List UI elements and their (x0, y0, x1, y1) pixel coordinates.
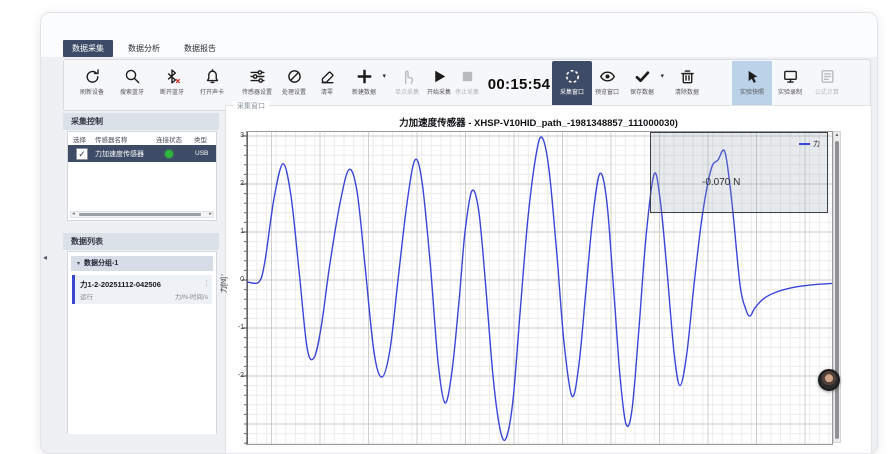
tab-data-report[interactable]: 数据报告 (175, 40, 225, 57)
sensor-table: 选择 传感器名称 连接状态 类型 ✓ 力加速度传感器 USB ◂ ▸ (67, 131, 217, 221)
y-tick-label: 3 (230, 132, 244, 139)
y-tick-label: -1 (230, 324, 244, 331)
measurement-annotation: -0.070 N (702, 177, 740, 188)
toolbar-button-clear-data[interactable]: 清除数据 (665, 61, 709, 109)
sensor-type: USB (195, 150, 208, 157)
chart-vscrollbar[interactable]: ▲ (833, 131, 841, 443)
main-tab-bar: 数据采集数据分析数据报告 (63, 40, 225, 57)
data-list: ▾ 数据分组-1 力1-2-20251112-042506 ⋮ 运行 力/N-时间… (67, 251, 217, 434)
acquisition-timer: 00:15:54 (487, 60, 551, 110)
groupbox-label: 采集窗口 (233, 101, 269, 111)
formula-icon (819, 68, 836, 85)
check-icon (634, 68, 651, 85)
table-row-sensor[interactable]: ✓ 力加速度传感器 USB (68, 145, 216, 162)
search-icon (124, 68, 141, 85)
col-type: 类型 (194, 134, 207, 144)
toolbar-button-label: 实验快照 (734, 86, 771, 95)
data-list-item[interactable]: 力1-2-20251112-042506 ⋮ 运行 力/N-时间/s (72, 275, 212, 304)
tab-data-analysis[interactable]: 数据分析 (119, 40, 169, 57)
toolbar-button-formula: 公式计算 (805, 61, 849, 109)
trash-icon (679, 68, 696, 85)
toolbar-button-label: 刷新设备 (72, 86, 112, 95)
hand-icon (399, 68, 416, 85)
scroll-left-arrow-icon[interactable]: ◂ (72, 211, 75, 217)
col-conn-status: 连接状态 (156, 134, 182, 144)
toolbar-button-label: 停止采集 (447, 86, 487, 95)
col-sensor-name: 传感器名称 (95, 134, 128, 144)
y-tick-label: 0 (230, 276, 244, 283)
toolbar-button-label: 保存数据 (622, 86, 662, 95)
toolbar-button-label: 搜索蓝牙 (112, 86, 152, 95)
bell-icon (204, 68, 221, 85)
y-tick-label: 1 (230, 228, 244, 235)
process-settings-icon (286, 68, 303, 85)
toolbar-button-search-bt[interactable]: 搜索蓝牙 (110, 61, 154, 109)
toolbar-button-snapshot[interactable]: 实验快照 (732, 61, 772, 109)
dataset-state: 运行 (80, 291, 93, 301)
avatar[interactable] (818, 369, 840, 391)
data-list-header: 数据列表 (63, 233, 219, 250)
sensor-name: 力加速度传感器 (95, 149, 144, 159)
record-icon (782, 68, 799, 85)
acquisition-control-header: 采集控制 (63, 113, 219, 130)
sensor-table-header: 选择 传感器名称 连接状态 类型 (68, 134, 216, 144)
scroll-right-arrow-icon[interactable]: ▸ (209, 211, 212, 217)
toolbar-button-refresh[interactable]: 刷新设备 (70, 61, 114, 109)
toolbar: 00:15:54 刷新设备搜索蓝牙断开蓝牙打开声卡传感器设置处理设置清零新建数据… (63, 59, 871, 111)
sensor-table-hscrollbar[interactable]: ◂ ▸ (70, 211, 214, 218)
toolbar-button-label: 公式计算 (807, 86, 847, 95)
chart-title: 力加速度传感器 - XHSP-V10HID_path_-1981348857_1… (246, 115, 831, 129)
legend-line-swatch (799, 143, 810, 145)
sensor-checkbox[interactable]: ✓ (76, 148, 88, 160)
item-menu-icon[interactable]: ⋮ (203, 279, 210, 287)
toolbar-button-new-data[interactable]: 新建数据▾ (342, 61, 386, 109)
dataset-axes: 力/N-时间/s (175, 291, 208, 301)
y-tick-label: 2 (230, 180, 244, 187)
dataset-name: 力1-2-20251112-042506 (80, 279, 161, 290)
toolbar-button-sound-card[interactable]: 打开声卡 (190, 61, 234, 109)
refresh-icon (84, 68, 101, 85)
toolbar-button-label: 断开蓝牙 (152, 86, 192, 95)
toolbar-button-label: 新建数据 (344, 86, 384, 95)
connection-status-dot (165, 150, 173, 158)
data-group-row[interactable]: ▾ 数据分组-1 (71, 256, 213, 271)
toolbar-button-stop: 停止采集 (445, 61, 489, 109)
bluetooth-disconnect-icon (164, 68, 181, 85)
y-axis-label: 力[N] (219, 277, 229, 293)
eye-icon (599, 68, 616, 85)
col-select: 选择 (73, 134, 86, 144)
chevron-down-icon[interactable]: ▾ (660, 72, 664, 80)
toolbar-button-label: 打开声卡 (192, 86, 232, 95)
dashed-circle-icon (564, 68, 581, 85)
eraser-icon (319, 68, 336, 85)
sensor-settings-icon (249, 68, 266, 85)
legend-entry: 力 (813, 139, 820, 149)
toolbar-button-save-data[interactable]: 保存数据 ▾ (620, 61, 664, 109)
toolbar-button-disconnect-bt[interactable]: 断开蓝牙 (150, 61, 194, 109)
hscroll-thumb[interactable] (79, 213, 201, 216)
snapshot-icon (744, 68, 761, 85)
chart-plot-area[interactable]: 力[N] 力 -0.070 N 3210-1-2 (246, 131, 833, 445)
chart-legend: 力 (799, 139, 820, 149)
data-group-label: 数据分组-1 (84, 260, 118, 267)
plus-icon (356, 68, 373, 85)
app-window: 数据采集数据分析数据报告 00:15:54 刷新设备搜索蓝牙断开蓝牙打开声卡传感… (40, 12, 878, 454)
stop-icon (459, 68, 476, 85)
app-root: 数据采集数据分析数据报告 00:15:54 刷新设备搜索蓝牙断开蓝牙打开声卡传感… (0, 0, 894, 420)
y-tick-label: -2 (230, 372, 244, 379)
vscroll-thumb[interactable] (835, 141, 839, 439)
scroll-up-arrow-icon[interactable]: ▲ (834, 132, 840, 138)
toolbar-button-label: 清除数据 (667, 86, 707, 95)
sidebar-collapse-arrow-icon[interactable]: ◂ (43, 253, 47, 262)
chevron-down-icon[interactable]: ▾ (77, 261, 80, 267)
tab-data-acquisition[interactable]: 数据采集 (63, 40, 113, 57)
